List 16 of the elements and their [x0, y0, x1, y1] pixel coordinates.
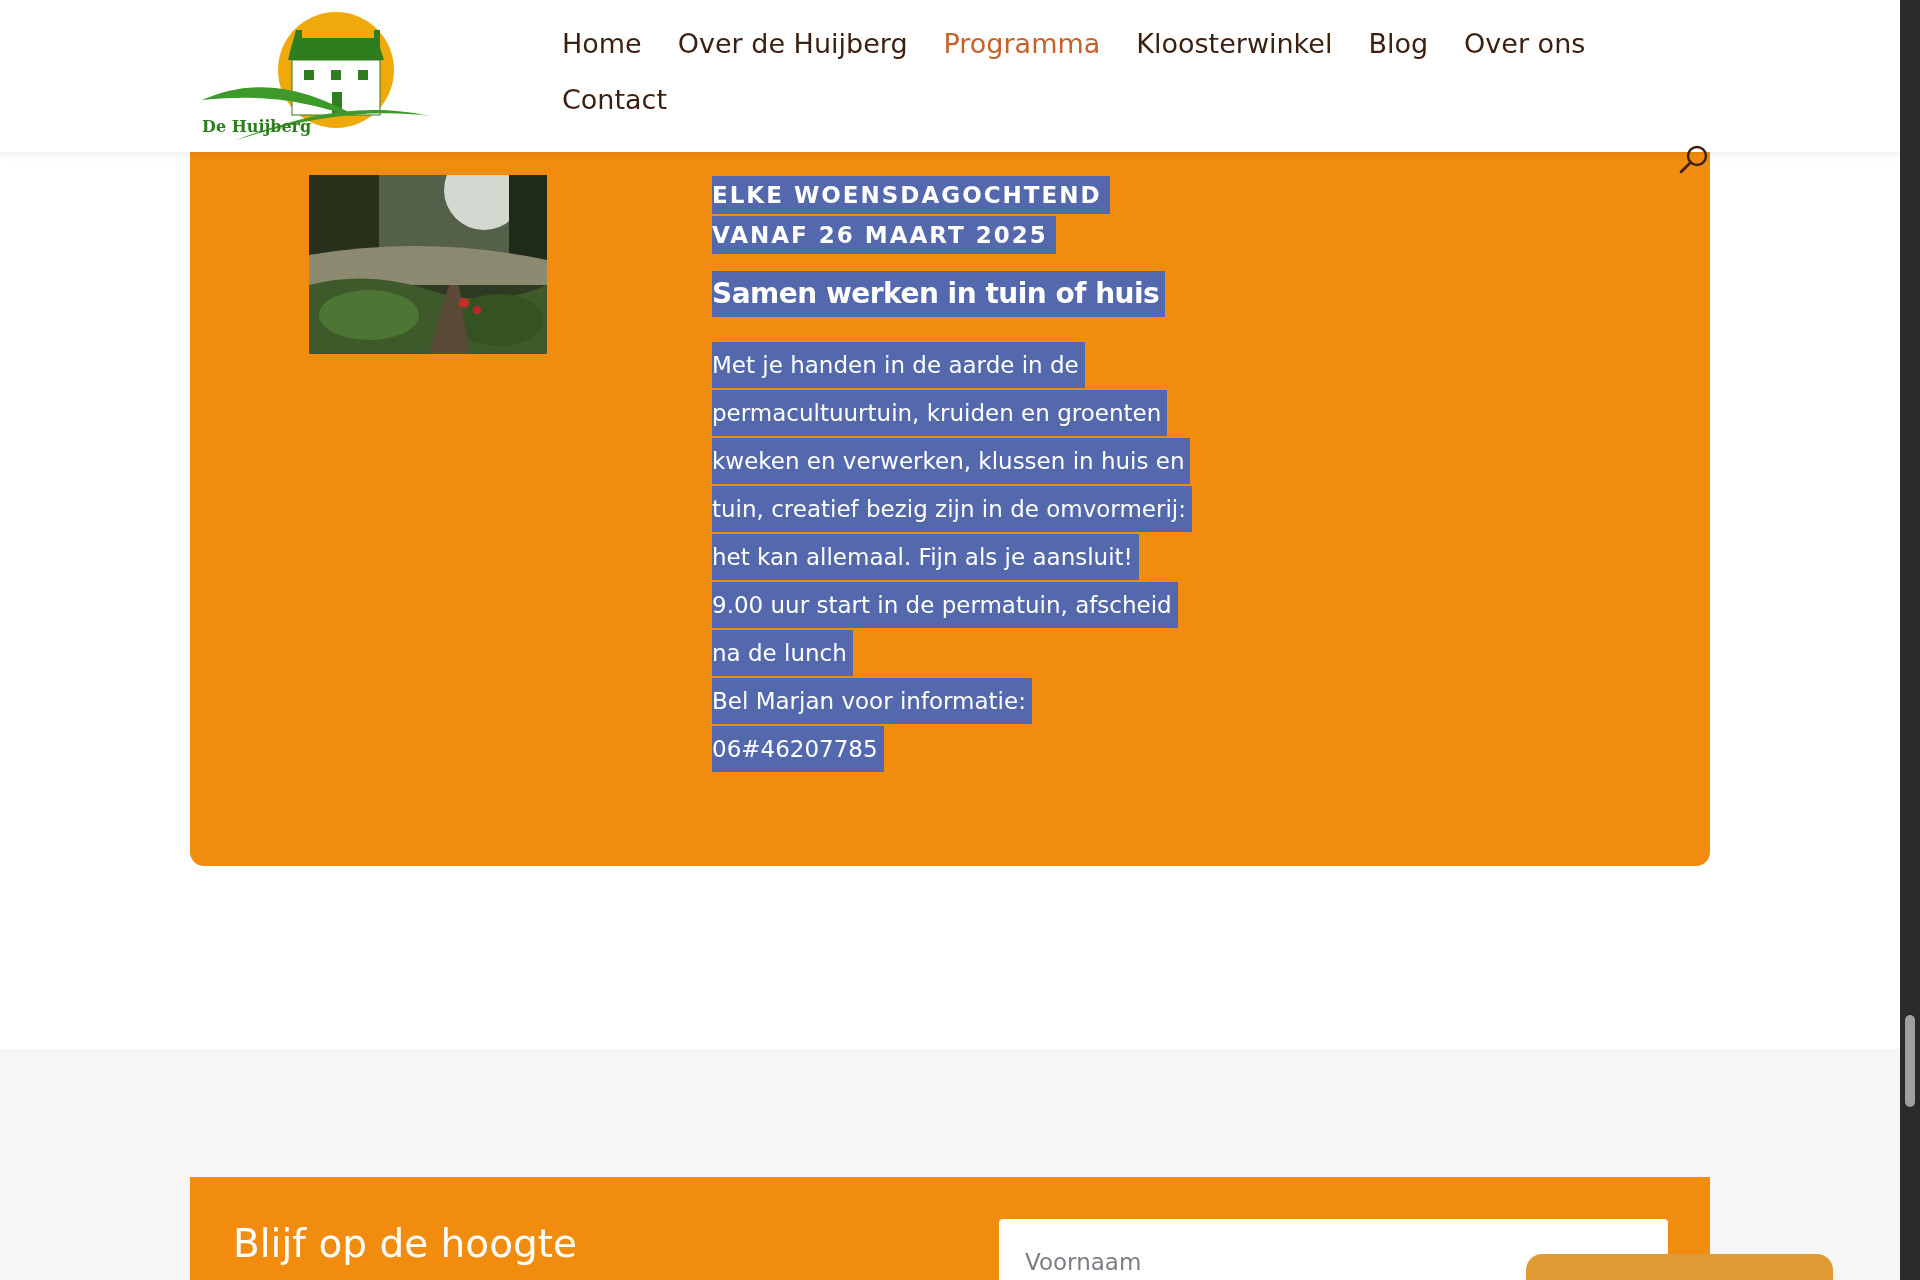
nav-link[interactable]: Programma [943, 24, 1101, 64]
event-schedule: VANAF 26 MAART 2025 [712, 216, 1056, 254]
search-icon[interactable] [1678, 144, 1710, 176]
newsletter-title: Blijf op de hoogte [233, 1220, 579, 1268]
nav-link[interactable]: Over ons [1464, 24, 1586, 64]
event-description: 06#46207785 [712, 725, 1202, 773]
nav-link[interactable]: Kloosterwinkel [1136, 24, 1333, 64]
scrollbar[interactable] [1900, 0, 1920, 1280]
scrollbar-thumb[interactable] [1905, 1015, 1915, 1107]
nav-link[interactable]: Home [562, 24, 642, 64]
nav-link[interactable]: Contact [562, 80, 668, 120]
event-schedule: ELKE WOENSDAGOCHTEND [712, 176, 1110, 214]
nav-link[interactable]: Blog [1368, 24, 1429, 64]
first-name-field[interactable]: Voornaam [999, 1219, 1668, 1280]
nav-link[interactable]: Over de Huijberg [677, 24, 908, 64]
event-title: Samen werken in tuin of huis [712, 271, 1166, 317]
